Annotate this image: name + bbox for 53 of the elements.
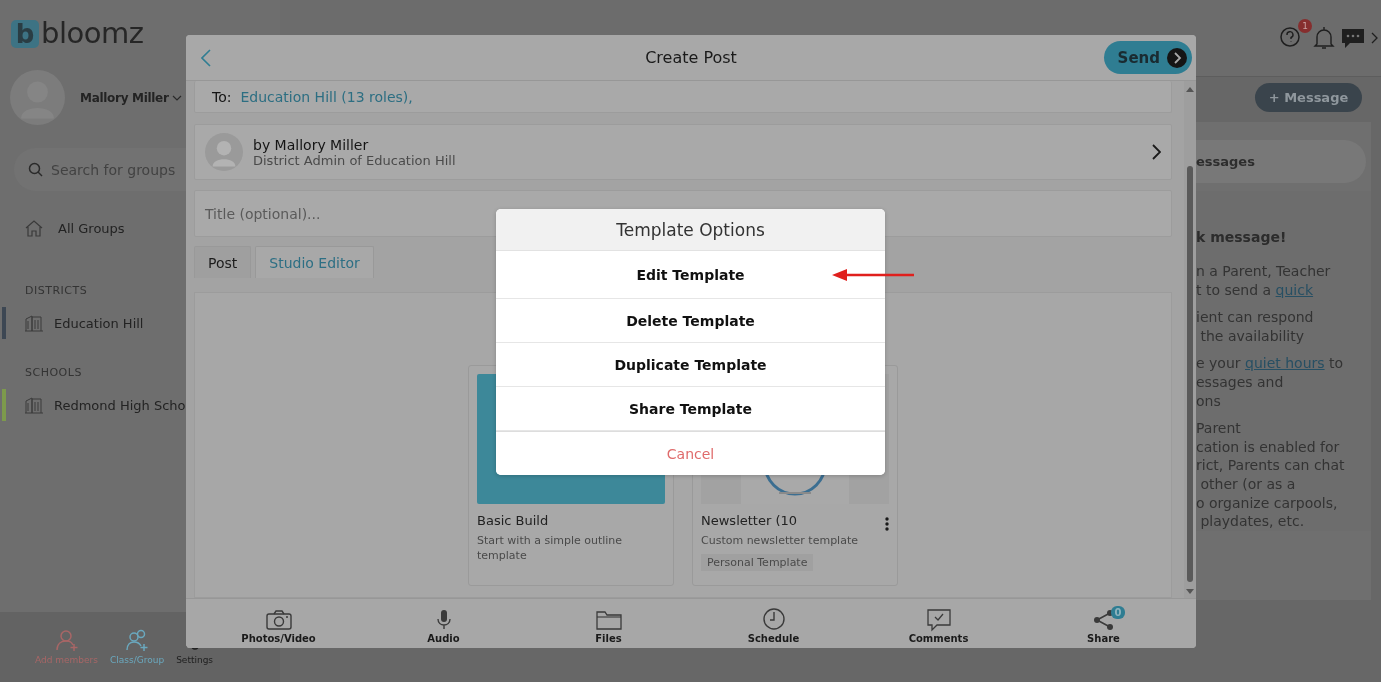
logo-mark: b bbox=[11, 19, 39, 48]
toolbar-button[interactable]: Files bbox=[553, 608, 664, 644]
notification-badge: 1 bbox=[1298, 19, 1312, 33]
modal-title: Create Post bbox=[645, 48, 737, 67]
nav-item[interactable]: Redmond High Scho bbox=[54, 397, 186, 413]
tip-text: o organize carpools, bbox=[1196, 493, 1339, 513]
cancel-button[interactable]: Cancel bbox=[496, 431, 885, 475]
tip-text: playdates, etc. bbox=[1199, 512, 1306, 531]
nav-item[interactable]: Education Hill bbox=[54, 315, 144, 331]
logo-text: bloomz bbox=[41, 19, 144, 48]
new-message-button[interactable]: + Message bbox=[1255, 83, 1362, 112]
tip-text: rict, Parents can chat bbox=[1196, 456, 1346, 475]
recipient-link[interactable]: Education Hill (13 roles), bbox=[240, 88, 413, 105]
toolbar-button[interactable]: Audio bbox=[388, 608, 499, 644]
template-name: Newsletter (10 bbox=[701, 513, 798, 528]
sheet-title: Template Options bbox=[496, 209, 885, 251]
tip-text: essages and bbox=[1196, 372, 1285, 392]
tab[interactable]: Studio Editor bbox=[255, 246, 374, 278]
tip-heading: k message! bbox=[1196, 229, 1288, 245]
tip-text: the availability bbox=[1199, 326, 1305, 346]
menu-item[interactable]: Duplicate Template bbox=[496, 343, 885, 387]
tip-text: Parent bbox=[1196, 419, 1242, 438]
menu-item[interactable]: Share Template bbox=[496, 387, 885, 431]
toolbar-button[interactable]: Share 0 bbox=[1048, 608, 1159, 644]
menu-item[interactable]: Edit Template bbox=[496, 251, 885, 299]
nav-item[interactable]: All Groups bbox=[58, 220, 125, 236]
field-label: To: bbox=[212, 88, 232, 105]
tip-text: t to send a quick bbox=[1196, 280, 1315, 300]
section-title: SCHOOLS bbox=[25, 366, 83, 379]
action-button[interactable]: Class/Group bbox=[110, 628, 165, 682]
link[interactable]: quick bbox=[1275, 281, 1314, 298]
search-field[interactable]: essages bbox=[1196, 140, 1366, 183]
template-tag: Personal Template bbox=[701, 554, 814, 571]
tab[interactable]: Post bbox=[194, 246, 252, 278]
toolbar-button[interactable]: Photos/Video bbox=[223, 608, 334, 644]
template-name: Basic Build bbox=[477, 513, 549, 528]
tip-text: n a Parent, Teacher bbox=[1196, 262, 1332, 281]
link[interactable]: quiet hours bbox=[1245, 355, 1325, 372]
tip-text: cation is enabled for bbox=[1196, 437, 1341, 457]
tip-text: ons bbox=[1196, 391, 1222, 411]
menu-item[interactable]: Delete Template bbox=[496, 299, 885, 343]
template-description: Custom newsletter template bbox=[701, 533, 859, 548]
send-button[interactable]: Send bbox=[1103, 41, 1192, 74]
user-menu[interactable]: Mallory Miller bbox=[80, 90, 169, 105]
toolbar-button[interactable]: Schedule bbox=[718, 608, 829, 644]
template-description: Start with a simple outline template bbox=[477, 533, 624, 563]
section-title: DISTRICTS bbox=[25, 284, 89, 297]
author-row[interactable]: by Mallory Miller District Admin of Education Hill bbox=[194, 124, 1172, 180]
tip-text: other (or as a bbox=[1199, 474, 1297, 494]
tip-text: e your quiet hours to bbox=[1196, 354, 1345, 373]
tip-text: ient can respond bbox=[1196, 308, 1315, 327]
count-badge: 0 bbox=[1110, 606, 1126, 619]
toolbar-button[interactable]: Comments bbox=[883, 608, 994, 644]
